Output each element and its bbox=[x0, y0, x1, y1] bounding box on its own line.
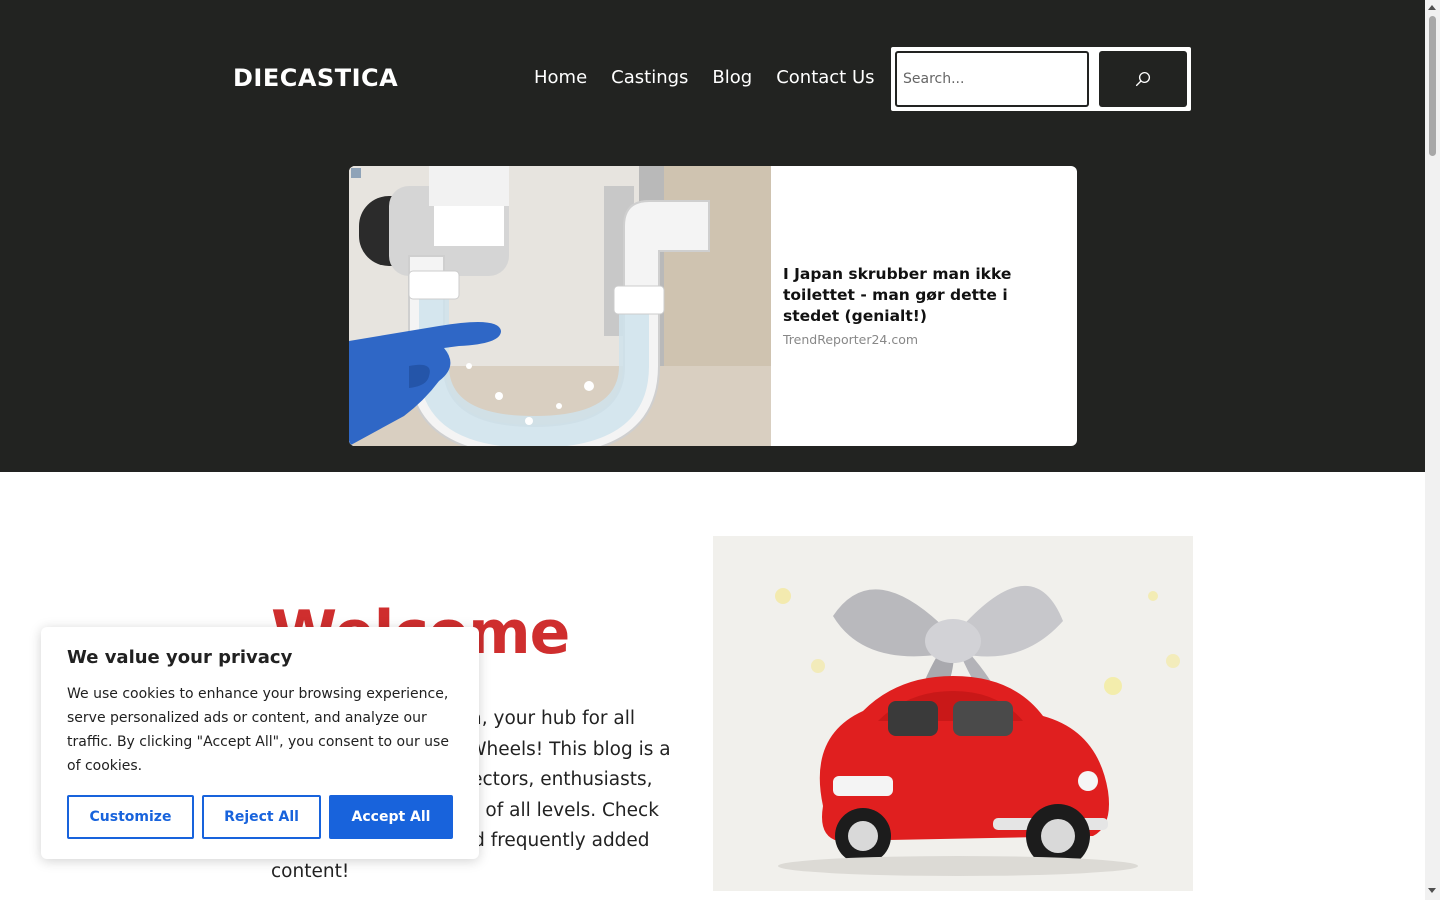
site-title[interactable]: DIECASTICA bbox=[233, 64, 398, 92]
cookie-text: We use cookies to enhance your browsing … bbox=[67, 686, 449, 774]
nav-item-castings[interactable]: Castings bbox=[611, 67, 688, 88]
ad-source[interactable]: TrendReporter24.com bbox=[783, 332, 918, 347]
reject-all-button[interactable]: Reject All bbox=[202, 795, 321, 839]
scroll-up-icon[interactable] bbox=[1428, 5, 1436, 10]
nav-item-contact-us[interactable]: Contact Us bbox=[776, 67, 874, 88]
red-toy-car-photo bbox=[713, 536, 1193, 891]
page-scrollbar[interactable] bbox=[1425, 0, 1440, 900]
search-button[interactable] bbox=[1099, 51, 1187, 107]
search-form bbox=[891, 47, 1191, 111]
scrollbar-thumb[interactable] bbox=[1429, 16, 1436, 156]
search-icon bbox=[1135, 71, 1151, 87]
site-header: DIECASTICA Home Castings Blog Contact Us bbox=[0, 0, 1425, 472]
ad-headline[interactable]: I Japan skrubber man ikke toilettet - ma… bbox=[783, 264, 1067, 327]
primary-nav: Home Castings Blog Contact Us bbox=[534, 67, 899, 88]
sink-pipe-photo[interactable] bbox=[349, 166, 771, 446]
scroll-down-icon[interactable] bbox=[1428, 888, 1436, 893]
search-input[interactable] bbox=[895, 51, 1089, 107]
cookie-consent-banner: We value your privacy We use cookies to … bbox=[41, 627, 479, 859]
nav-item-home[interactable]: Home bbox=[534, 67, 587, 88]
customize-button[interactable]: Customize bbox=[67, 795, 194, 839]
sponsored-ad[interactable]: I Japan skrubber man ikke toilettet - ma… bbox=[349, 166, 1077, 446]
cookie-title: We value your privacy bbox=[67, 647, 293, 668]
ad-choices-icon[interactable] bbox=[351, 168, 361, 178]
nav-item-blog[interactable]: Blog bbox=[712, 67, 752, 88]
accept-all-button[interactable]: Accept All bbox=[329, 795, 453, 839]
